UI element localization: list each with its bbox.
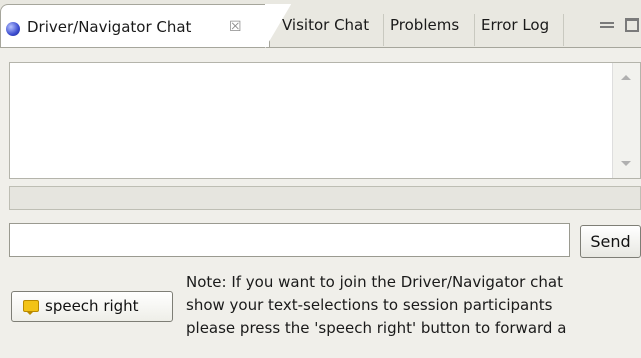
- tab-divider: [383, 14, 384, 46]
- tab-driver-navigator-chat[interactable]: Driver/Navigator Chat ☒: [0, 4, 291, 48]
- note-line: please press the 'speech right' button t…: [186, 319, 567, 337]
- tab-divider: [474, 14, 475, 46]
- speech-right-note: Note: If you want to join the Driver/Nav…: [186, 271, 641, 340]
- message-input[interactable]: [9, 223, 570, 257]
- tab-label: Driver/Navigator Chat: [27, 18, 192, 36]
- chat-scrollbar[interactable]: [612, 63, 640, 178]
- scroll-up-icon[interactable]: [621, 75, 631, 80]
- maximize-icon[interactable]: [625, 18, 639, 32]
- minimize-icon[interactable]: [600, 22, 614, 28]
- speech-right-label: speech right: [45, 297, 139, 315]
- chat-status-bar: [9, 186, 641, 210]
- tab-divider: [563, 14, 564, 46]
- note-line: show your text-selections to session par…: [186, 296, 553, 314]
- tab-visitor-chat[interactable]: Visitor Chat: [282, 16, 369, 47]
- tab-error-log[interactable]: Error Log: [481, 16, 549, 47]
- send-button[interactable]: Send: [580, 225, 641, 258]
- scroll-down-icon[interactable]: [621, 161, 631, 166]
- tab-problems[interactable]: Problems: [390, 16, 459, 47]
- chat-history[interactable]: [9, 62, 641, 179]
- chat-globe-icon: [6, 22, 20, 36]
- close-tab-icon[interactable]: ☒: [229, 19, 242, 35]
- note-line: Note: If you want to join the Driver/Nav…: [186, 273, 563, 291]
- speech-bubble-icon: [23, 300, 39, 315]
- view-tab-bar: Driver/Navigator Chat ☒ Visitor Chat Pro…: [0, 0, 641, 48]
- speech-right-button[interactable]: speech right: [11, 291, 173, 322]
